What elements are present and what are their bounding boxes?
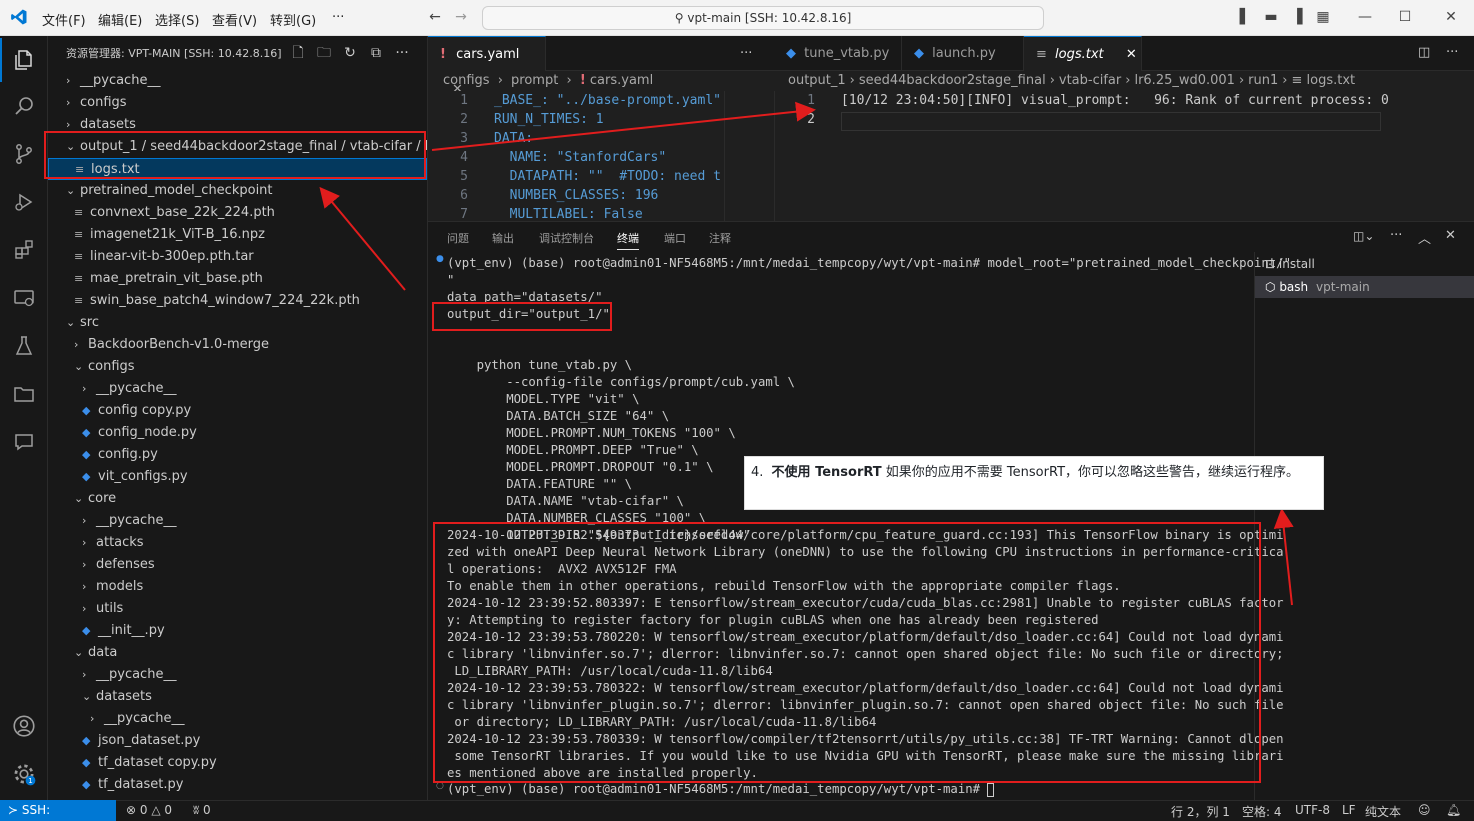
- error-count: 0: [139, 803, 148, 817]
- problems-indicator[interactable]: ⊗ 0 △ 0: [126, 803, 172, 817]
- cursor-position[interactable]: 行 2，列 1: [1171, 803, 1230, 820]
- annotation-arrow: [319, 186, 406, 291]
- notifications-bell-icon[interactable]: 🔔︎: [1446, 803, 1461, 817]
- annotation-arrows: [319, 101, 1294, 606]
- error-icon: ⊗: [126, 803, 137, 817]
- annotation-callout: 4. 不使用 TensorRT 如果你的应用不需要 TensorRT，你可以忽略…: [744, 456, 1324, 510]
- remote-icon: ≻: [8, 803, 19, 817]
- ports-count: 0: [203, 803, 211, 817]
- warning-count: 0: [164, 803, 173, 817]
- callout-number: 4.: [751, 465, 764, 480]
- callout-text: 如果你的应用不需要 TensorRT，你可以忽略这些警告，继续运行程序。: [881, 465, 1300, 480]
- indentation[interactable]: 空格: 4: [1242, 803, 1282, 820]
- annotation-arrow: [1273, 508, 1294, 606]
- encoding[interactable]: UTF-8: [1295, 803, 1330, 817]
- remote-indicator[interactable]: ≻ SSH: 10.42.8.16: [0, 800, 116, 821]
- remote-label: SSH: 10.42.8.16: [21, 803, 51, 817]
- warning-icon: △: [151, 803, 161, 817]
- ports-indicator[interactable]: ʬ 0: [193, 803, 211, 817]
- copilot-icon[interactable]: ☺: [1418, 803, 1431, 817]
- end-of-line[interactable]: LF: [1342, 803, 1356, 817]
- callout-bold: 不使用 TensorRT: [771, 465, 882, 480]
- annotation-arrow: [431, 101, 816, 151]
- language-mode[interactable]: 纯文本: [1365, 803, 1401, 820]
- antenna-icon: ʬ: [193, 803, 200, 817]
